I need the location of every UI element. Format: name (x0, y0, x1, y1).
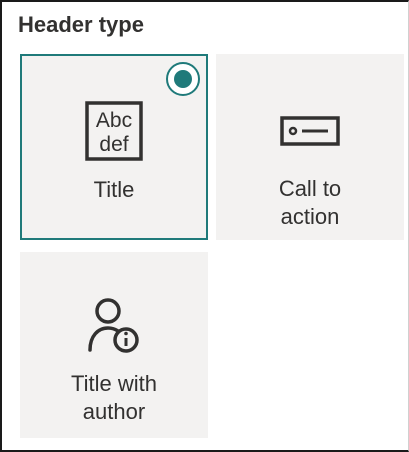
svg-text:def: def (99, 133, 128, 156)
radio-dot (174, 70, 192, 88)
svg-text:Abc: Abc (96, 109, 132, 132)
option-title-card[interactable]: Abc def Title (20, 54, 208, 240)
option-label: Call to action (278, 176, 342, 229)
call-to-action-icon (280, 116, 340, 146)
option-label: Title with author (71, 371, 157, 424)
option-label: Title (93, 177, 135, 202)
option-title-with-author-card[interactable]: Title with author (20, 252, 208, 438)
panel-title: Header type (18, 12, 144, 37)
text-abc-def-icon: Abc def (85, 101, 143, 161)
header-type-panel: Header type Abc def Title Call to action (0, 0, 409, 452)
selected-radio[interactable] (166, 62, 200, 96)
person-info-icon (88, 298, 139, 353)
option-call-to-action-card[interactable]: Call to action (216, 54, 404, 240)
